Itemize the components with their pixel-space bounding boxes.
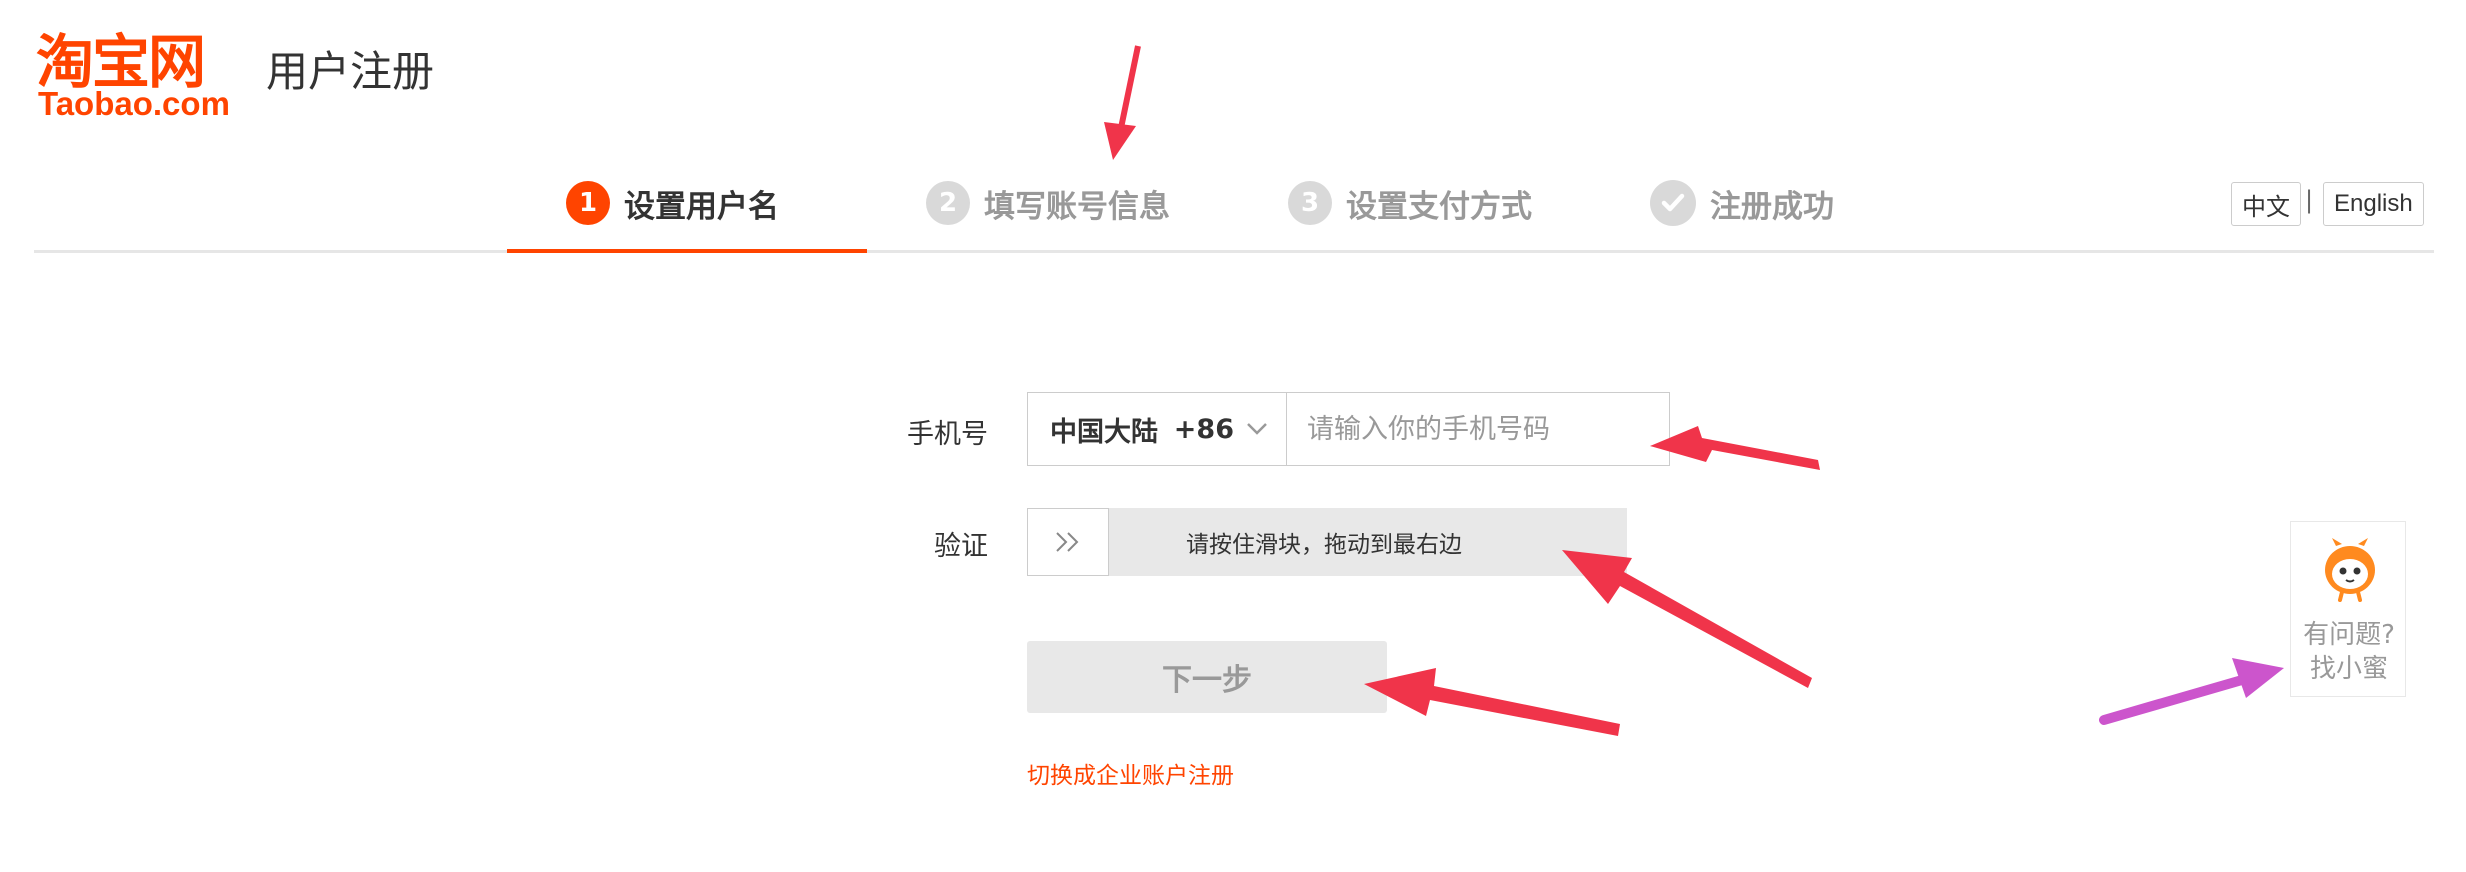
step-account-info: 2 填写账号信息: [926, 170, 1170, 236]
step-register-success: 注册成功: [1650, 170, 1834, 236]
help-line-2: 找小蜜: [2309, 654, 2388, 684]
next-step-button[interactable]: 下一步: [1027, 641, 1387, 713]
step-number-badge: 3: [1288, 181, 1332, 225]
chevron-down-icon: [1247, 423, 1267, 435]
slider-captcha: 请按住滑块，拖动到最右边: [1027, 508, 1627, 576]
check-icon: [1650, 180, 1696, 226]
logo-english-text: Taobao.com: [38, 85, 230, 122]
annotation-arrow-steps: [1104, 45, 1141, 160]
lang-english-button[interactable]: English: [2323, 182, 2424, 226]
step-label: 设置支付方式: [1346, 188, 1532, 225]
region-code: +86: [1173, 413, 1234, 445]
slider-handle[interactable]: [1027, 508, 1109, 576]
steps-divider: [34, 250, 2434, 253]
annotation-arrow-help: [2099, 658, 2284, 725]
step-set-username: 1 设置用户名: [566, 170, 779, 236]
help-widget[interactable]: 有问题? 找小蜜: [2290, 521, 2406, 697]
step-number-badge: 2: [926, 181, 970, 225]
enterprise-register-link[interactable]: 切换成企业账户注册: [1027, 756, 1234, 790]
double-chevron-right-icon: [1056, 532, 1079, 552]
step-label: 填写账号信息: [984, 188, 1170, 225]
slider-hint-text: 请按住滑块，拖动到最右边: [1186, 532, 1462, 558]
help-text: 有问题? 找小蜜: [2291, 618, 2407, 686]
step-payment-method: 3 设置支付方式: [1288, 170, 1532, 236]
active-step-underline: [507, 249, 867, 253]
lang-chinese-button[interactable]: 中文: [2231, 182, 2301, 226]
region-select[interactable]: 中国大陆 +86: [1028, 393, 1287, 465]
annotation-arrow-next: [1364, 668, 1620, 736]
step-label: 注册成功: [1710, 188, 1834, 225]
page-title: 用户注册: [266, 47, 435, 96]
phone-label: 手机号: [907, 419, 988, 450]
lang-separator: |: [2305, 186, 2314, 214]
region-name: 中国大陆: [1050, 416, 1158, 448]
phone-input[interactable]: [1287, 393, 1669, 465]
mascot-icon: [2325, 538, 2375, 602]
step-label: 设置用户名: [624, 188, 779, 225]
phone-field-group: 中国大陆 +86: [1027, 392, 1670, 466]
annotation-arrow-phone: [1650, 426, 1820, 470]
step-number-badge: 1: [566, 181, 610, 225]
help-line-1: 有问题?: [2303, 620, 2395, 650]
registration-steps: 1 设置用户名 2 填写账号信息 3 设置支付方式 注册成功: [0, 170, 2466, 260]
taobao-logo[interactable]: 淘宝网 Taobao.com: [36, 30, 251, 122]
verify-label: 验证: [934, 531, 988, 562]
